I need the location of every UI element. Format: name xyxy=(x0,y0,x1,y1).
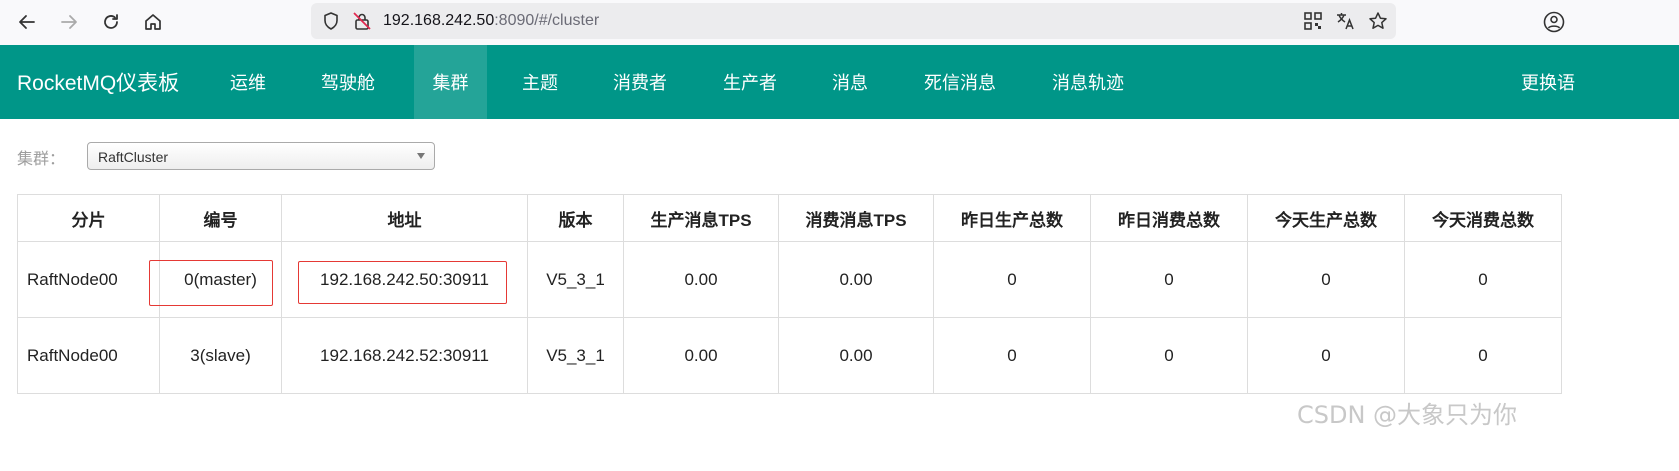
cell-version: V5_3_1 xyxy=(527,241,624,318)
shield-icon[interactable] xyxy=(321,11,341,31)
header-consume-tps: 消费消息TPS xyxy=(778,194,934,242)
cell-today-produce: 0 xyxy=(1247,317,1405,394)
cluster-label: 集群： xyxy=(17,151,66,168)
nav-item-topic[interactable]: 主题 xyxy=(522,45,558,119)
insecure-lock-icon[interactable] xyxy=(352,11,372,31)
cell-yesterday-consume: 0 xyxy=(1090,241,1248,318)
nav-item-dlq-message[interactable]: 死信消息 xyxy=(924,45,996,119)
reload-button[interactable] xyxy=(98,9,124,35)
table-row: RaftNode00 3(slave) 192.168.242.52:30911… xyxy=(17,317,1562,394)
nav-item-producer[interactable]: 生产者 xyxy=(723,45,777,119)
cell-address: 192.168.242.52:30911 xyxy=(281,317,528,394)
header-produce-tps: 生产消息TPS xyxy=(623,194,779,242)
forward-button[interactable] xyxy=(56,9,82,35)
cell-version: V5_3_1 xyxy=(527,317,624,394)
cell-yesterday-produce: 0 xyxy=(933,317,1091,394)
watermark: CSDN @大象只为你 xyxy=(1297,401,1518,429)
header-today-consume: 今天消费总数 xyxy=(1404,194,1562,242)
cell-consume-tps: 0.00 xyxy=(778,241,934,318)
cell-shard: RaftNode00 xyxy=(17,241,160,318)
cell-number: 3(slave) xyxy=(159,317,282,394)
header-number: 编号 xyxy=(159,194,282,242)
arrow-right-icon xyxy=(61,15,77,29)
cell-today-consume: 0 xyxy=(1404,317,1562,394)
nav-item-ops[interactable]: 运维 xyxy=(230,45,266,119)
table-row: RaftNode00 0(master) 192.168.242.50:3091… xyxy=(17,241,1562,318)
cell-produce-tps: 0.00 xyxy=(623,317,779,394)
cell-yesterday-produce: 0 xyxy=(933,241,1091,318)
home-icon xyxy=(145,14,161,30)
header-address: 地址 xyxy=(281,194,528,242)
cell-today-produce: 0 xyxy=(1247,241,1405,318)
account-icon[interactable] xyxy=(1543,11,1565,33)
chevron-down-icon xyxy=(417,153,425,159)
cluster-select[interactable]: RaftCluster xyxy=(87,142,435,170)
header-shard: 分片 xyxy=(17,194,160,242)
cell-today-consume: 0 xyxy=(1404,241,1562,318)
back-button[interactable] xyxy=(14,9,40,35)
nav-item-cluster[interactable]: 集群 xyxy=(414,45,487,119)
broker-table-container: 分片 编号 地址 版本 生产消息TPS 消费消息TPS 昨日生产总数 昨日消费总… xyxy=(17,194,1562,394)
table-header-row: 分片 编号 地址 版本 生产消息TPS 消费消息TPS 昨日生产总数 昨日消费总… xyxy=(17,194,1562,242)
cell-number-text: 0(master) xyxy=(184,269,257,289)
cell-shard: RaftNode00 xyxy=(17,317,160,394)
header-yesterday-consume: 昨日消费总数 xyxy=(1090,194,1248,242)
browser-toolbar: 192.168.242.50:8090/#/cluster xyxy=(0,0,1679,45)
address-bar[interactable]: 192.168.242.50:8090/#/cluster xyxy=(311,3,1396,39)
cell-number: 0(master) xyxy=(149,241,282,318)
header-today-produce: 今天生产总数 xyxy=(1247,194,1405,242)
header-version: 版本 xyxy=(527,194,624,242)
cluster-select-value: RaftCluster xyxy=(98,149,169,165)
translate-icon[interactable] xyxy=(1335,11,1355,31)
arrow-left-icon xyxy=(19,15,35,29)
nav-item-message[interactable]: 消息 xyxy=(832,45,868,119)
nav-item-dashboard[interactable]: 驾驶舱 xyxy=(321,45,375,119)
nav-item-consumer[interactable]: 消费者 xyxy=(613,45,667,119)
change-language-link[interactable]: 更换语 xyxy=(1521,45,1575,119)
app-navbar: RocketMQ仪表板 运维 驾驶舱 集群 主题 消费者 生产者 消息 死信消息… xyxy=(0,45,1679,119)
broker-table: 分片 编号 地址 版本 生产消息TPS 消费消息TPS 昨日生产总数 昨日消费总… xyxy=(17,194,1562,394)
qr-code-icon[interactable] xyxy=(1303,11,1323,31)
cell-address-text: 192.168.242.50:30911 xyxy=(320,269,489,289)
cell-produce-tps: 0.00 xyxy=(623,241,779,318)
brand-title[interactable]: RocketMQ仪表板 xyxy=(17,67,179,97)
cell-address: 192.168.242.50:30911 xyxy=(281,241,528,318)
header-yesterday-produce: 昨日生产总数 xyxy=(933,194,1091,242)
cell-yesterday-consume: 0 xyxy=(1090,317,1248,394)
star-icon[interactable] xyxy=(1368,11,1388,31)
cell-consume-tps: 0.00 xyxy=(778,317,934,394)
reload-icon xyxy=(104,14,118,29)
nav-item-message-trace[interactable]: 消息轨迹 xyxy=(1052,45,1124,119)
url-text[interactable]: 192.168.242.50:8090/#/cluster xyxy=(383,11,599,31)
home-button[interactable] xyxy=(140,9,166,35)
